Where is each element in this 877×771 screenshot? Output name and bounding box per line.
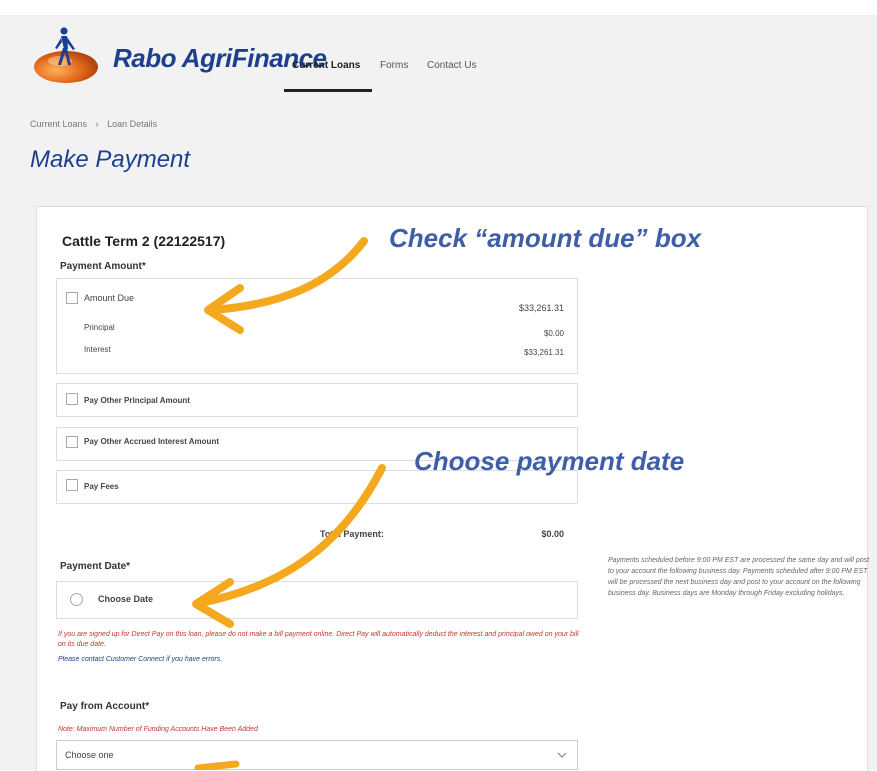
- arrow-partial-bottom-icon: [194, 760, 240, 770]
- arrow-to-choose-date-icon: [192, 464, 386, 628]
- arrow-to-amount-due-icon: [204, 237, 368, 334]
- annotation-arrows: [192, 237, 386, 770]
